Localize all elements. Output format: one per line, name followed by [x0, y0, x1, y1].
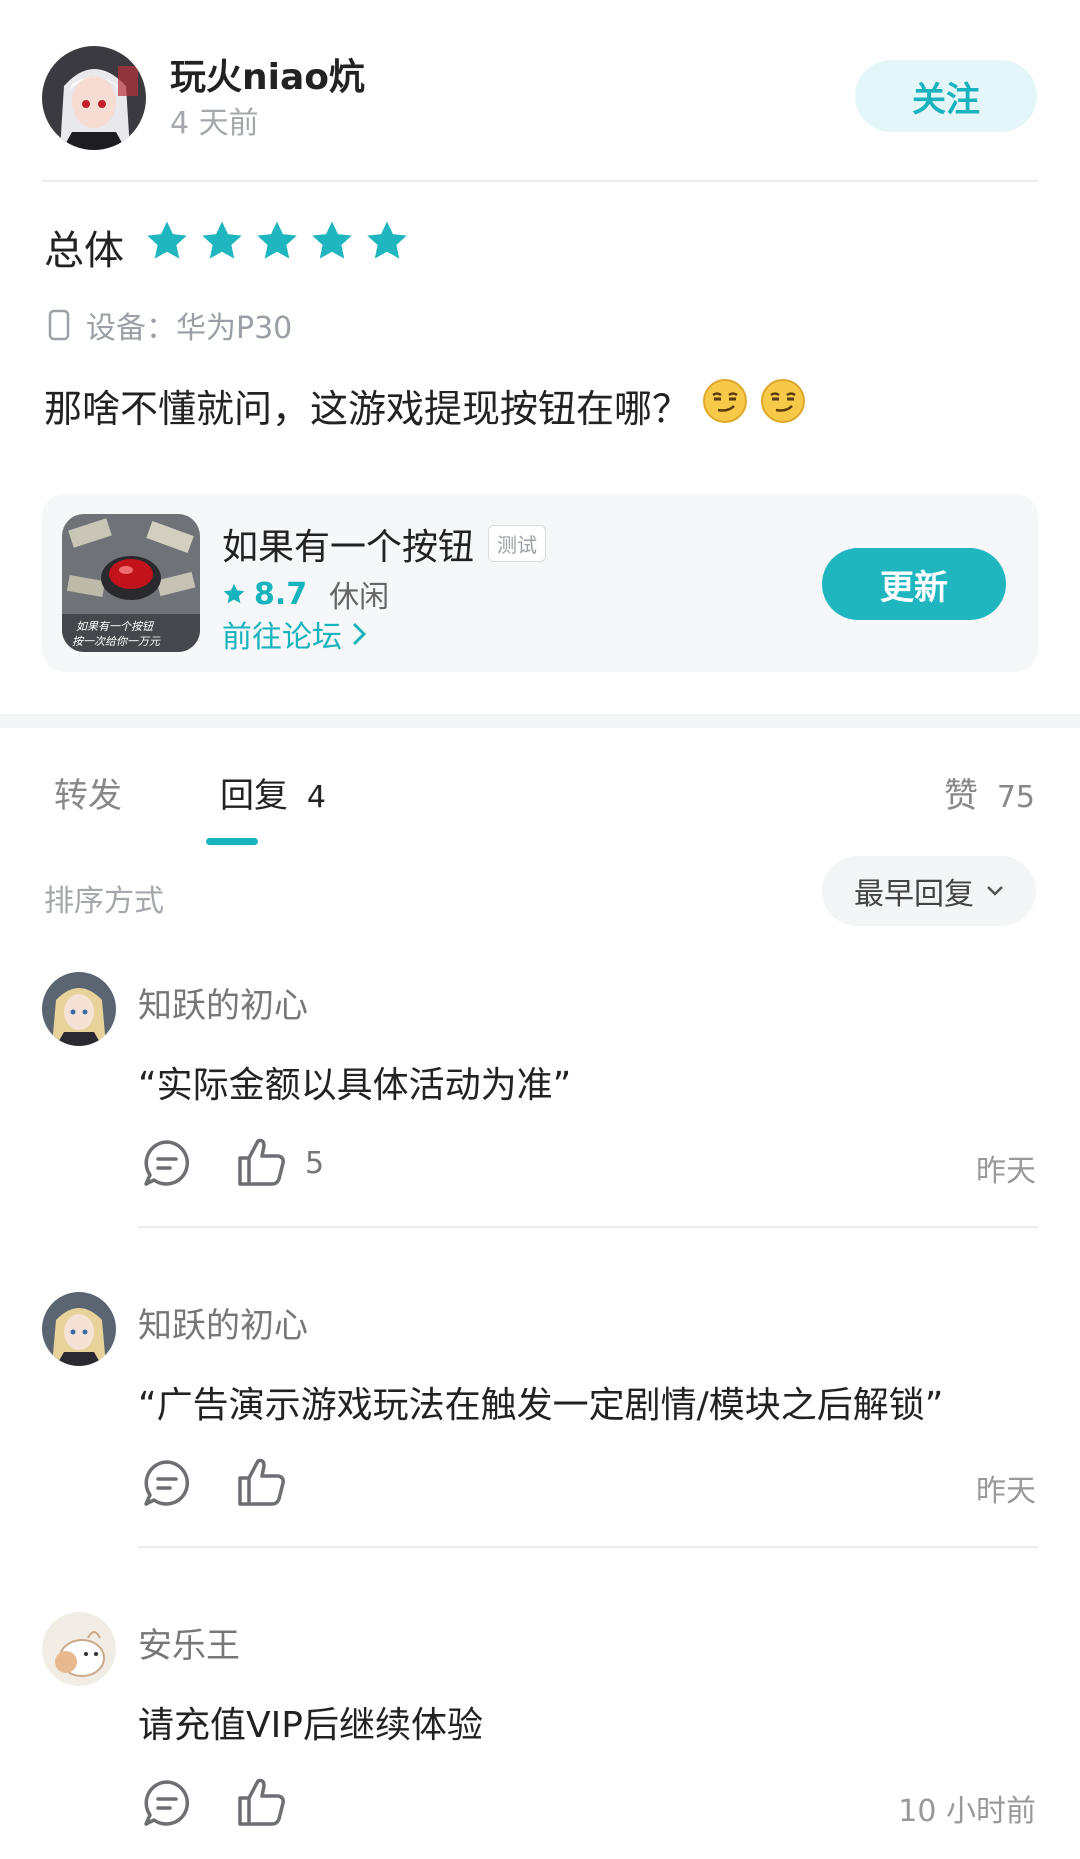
app-icon-caption-2: 按一次给你一万元	[72, 635, 161, 648]
app-icon-caption-1: 如果有一个按钮	[76, 620, 155, 633]
smirk-emoji-icon	[760, 378, 806, 433]
tab-repost[interactable]: 转发	[54, 768, 122, 817]
star-icon	[202, 221, 242, 259]
chevron-down-icon	[987, 886, 1003, 896]
comment-avatar[interactable]	[42, 972, 116, 1046]
app-icon[interactable]: 如果有一个按钮 按一次给你一万元	[62, 514, 200, 652]
comment-bubble-icon	[144, 1780, 190, 1826]
comment-time: 10 小时前	[898, 1794, 1036, 1829]
comment-time: 昨天	[976, 1474, 1036, 1509]
comment-text: “广告演示游戏玩法在触发一定剧情/模块之后解锁”	[138, 1385, 944, 1426]
comment-bubble-icon	[144, 1460, 190, 1506]
author-name[interactable]: 玩火niao炕	[170, 48, 365, 100]
thumbs-up-icon	[238, 1778, 285, 1826]
post-time: 4 天前	[170, 106, 259, 141]
rating-label: 总体	[44, 228, 124, 274]
star-icon	[257, 221, 297, 259]
chevron-right-icon	[352, 622, 366, 646]
comment-author[interactable]: 安乐王	[138, 1618, 240, 1667]
author-avatar[interactable]	[42, 46, 146, 150]
like-button[interactable]	[236, 1456, 288, 1512]
comment-author[interactable]: 知跃的初心	[138, 1298, 308, 1347]
device-info: 设备：华为P30	[48, 303, 292, 347]
tab-likes-count: 75	[996, 780, 1035, 815]
comment-divider	[138, 1226, 1038, 1228]
app-name[interactable]: 如果有一个按钮	[222, 518, 474, 570]
star-icon	[312, 221, 352, 259]
smirk-emoji-icon	[702, 378, 748, 433]
thumbs-up-icon	[238, 1458, 285, 1506]
star-icon	[223, 583, 245, 604]
post-content: 那啥不懂就问，这游戏提现按钮在哪？	[44, 378, 806, 433]
app-tag-badge: 测试	[488, 525, 546, 562]
tab-reply-label: 回复	[220, 776, 288, 816]
reply-button[interactable]	[142, 1138, 192, 1192]
thumbs-up-icon	[238, 1138, 285, 1186]
reply-button[interactable]	[142, 1458, 192, 1512]
section-divider	[0, 714, 1080, 728]
star-icon	[367, 221, 407, 259]
reply-button[interactable]	[142, 1778, 192, 1832]
comment-text: 请充值VIP后继续体验	[138, 1705, 483, 1746]
comment-avatar[interactable]	[42, 1612, 116, 1686]
star-icon	[147, 221, 187, 259]
sort-label: 排序方式	[44, 884, 164, 919]
like-button[interactable]	[236, 1776, 288, 1832]
comment-time: 昨天	[976, 1154, 1036, 1189]
comment-divider	[138, 1546, 1038, 1548]
comment-author[interactable]: 知跃的初心	[138, 978, 308, 1027]
tab-likes-label: 赞	[944, 776, 978, 816]
follow-button[interactable]: 关注	[855, 60, 1037, 132]
sort-dropdown[interactable]: 最早回复	[822, 856, 1036, 926]
app-rating: 8.7 休闲	[222, 572, 389, 616]
tab-likes[interactable]: 赞 75	[944, 768, 1035, 817]
like-count: 5	[305, 1146, 325, 1181]
tab-reply[interactable]: 回复 4	[220, 768, 326, 817]
tab-active-indicator	[206, 838, 258, 845]
app-score: 8.7	[254, 576, 308, 612]
post-text: 那啥不懂就问，这游戏提现按钮在哪？	[44, 387, 691, 431]
sort-selected: 最早回复	[854, 877, 974, 912]
forum-link[interactable]: 前往论坛	[222, 612, 366, 656]
app-genre: 休闲	[329, 580, 390, 615]
rating-stars	[144, 218, 410, 264]
tab-reply-count: 4	[306, 780, 326, 815]
header-divider	[42, 180, 1038, 182]
update-button[interactable]: 更新	[822, 548, 1006, 620]
like-button[interactable]	[236, 1136, 288, 1192]
comment-text: “实际金额以具体活动为准”	[138, 1065, 572, 1106]
comment-bubble-icon	[144, 1140, 190, 1186]
device-label: 设备：华为P30	[86, 311, 293, 346]
comment-avatar[interactable]	[42, 1292, 116, 1366]
phone-icon	[48, 309, 70, 341]
forum-link-label: 前往论坛	[222, 620, 342, 655]
